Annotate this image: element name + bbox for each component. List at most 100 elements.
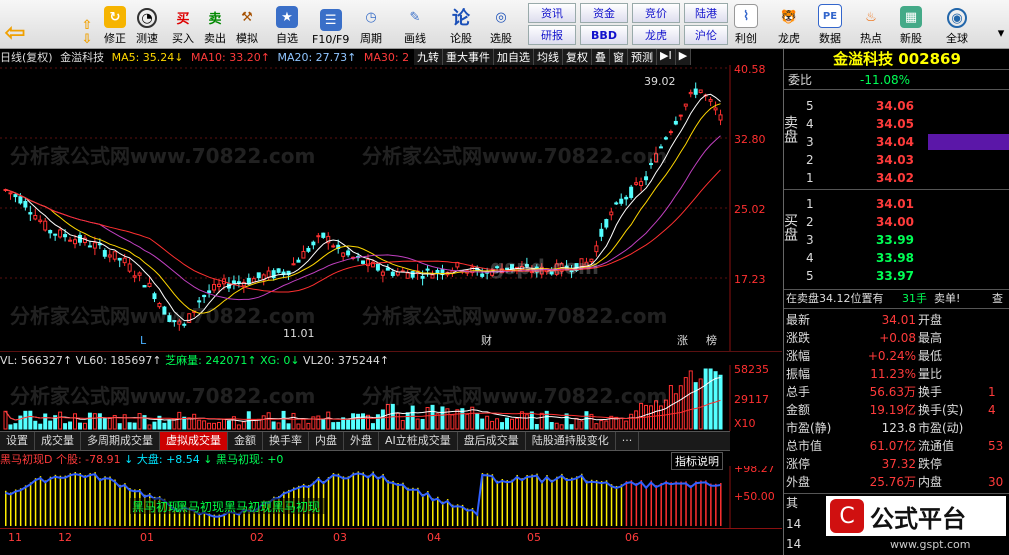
ma5-label: MA5: 35.24↓ [111,51,184,64]
toolbar-more-button[interactable]: ▾ [990,2,1009,46]
chevron-right-icon[interactable]: ▶ [675,49,692,65]
toolbar-small-3[interactable]: 陆港 [684,3,728,23]
volume-bar [187,417,192,430]
up-down-button[interactable]: ⇧ ⇩ [76,2,98,47]
toolbar-btn-10[interactable]: ◎ 选股 [490,2,512,46]
toolbar-small-2[interactable]: 竞价 [632,3,680,23]
sell-row[interactable]: 1 34.02 [784,169,1009,187]
indicator-bar [710,483,712,526]
alert-text: 在卖盘34.12位置有 [786,292,884,305]
toolbar-small-6[interactable]: 龙虎 [632,25,680,45]
tab-8[interactable]: AI立桩成交量 [379,432,458,450]
tab-4[interactable]: 金额 [228,432,263,450]
tab-7[interactable]: 外盘 [344,432,379,450]
toolbar-btn-15[interactable]: ▦ 新股 [900,2,922,46]
volume-bar [375,414,380,430]
stat-label: 换手(实) [918,403,964,417]
toolbar-btn-5[interactable]: ★ 自选 [276,2,298,46]
sell-row[interactable]: 2 34.03 [784,151,1009,169]
sell-row[interactable]: 5 34.06 [784,97,1009,115]
candle-body [693,88,698,95]
volume-bar [440,406,445,430]
tool-major-events[interactable]: 重大事件 [443,49,494,65]
indicator-bar [506,480,509,526]
tab-2[interactable]: 多周期成交量 [81,432,160,450]
sell-row[interactable]: 3 34.04 [784,133,1009,151]
tool-adjust[interactable]: 复权 [563,49,592,65]
alert-more[interactable]: 查 [992,290,1003,308]
volume-header: VL: 566327↑ VL60: 185697↑ 芝麻量: 242071↑ X… [0,351,782,367]
toolbar-btn-6[interactable]: ☰ F10/F9 [312,2,349,46]
buy-row[interactable]: 1 34.01 [784,195,1009,213]
tool-window[interactable]: 窗 [610,49,628,65]
candle-body [688,91,693,95]
volume-bar [673,393,678,430]
toolbar-btn-12[interactable]: 🐯 龙虎 [778,2,800,46]
candle-body [48,230,53,234]
stat-label: 涨幅 [786,349,811,363]
toolbar-btn-2[interactable]: 买买入 [172,2,194,46]
x-axis-label: 06 [625,531,639,544]
toolbar-btn-3[interactable]: 卖卖出 [204,2,226,46]
tab-10[interactable]: 陆股通持股变化 [526,432,616,450]
buy-price: 34.00 [876,215,914,229]
marker-limit-up[interactable]: 涨 [677,334,688,347]
sell-row[interactable]: 4 34.05 [784,115,1009,133]
tool-overlay[interactable]: 叠 [592,49,610,65]
stat-row: 涨停 37.32 跌停 [784,455,1009,473]
volume-bar [361,413,366,430]
tool-add-watchlist[interactable]: 加自选 [494,49,534,65]
toolbar-btn-7[interactable]: ◷ 周期 [360,2,382,46]
toolbar-btn-8[interactable]: ✎ 画线 [404,2,426,46]
toolbar-btn-9[interactable]: 论论股 [450,2,472,46]
tab-3[interactable]: 虚拟成交量 [160,432,228,450]
tool-ma[interactable]: 均线 [534,49,563,65]
toolbar-btn-13[interactable]: PE 数据 [818,2,842,46]
volume-bar [221,418,226,430]
candle-body [435,269,440,274]
tab-5[interactable]: 换手率 [263,432,309,450]
toolbar-btn-11[interactable]: ⌇ 利创 [734,2,758,46]
volume-bar-group [3,368,723,430]
sell-level: 3 [806,135,814,149]
toolbar-btn-1[interactable]: ◔ 测速 [136,2,158,46]
vol-axis-label: 29117 [734,393,769,406]
candle-body [529,271,534,274]
buy-row[interactable]: 2 34.00 [784,213,1009,231]
toolbar-small-5[interactable]: BBD [580,25,628,45]
candle-body [142,285,147,288]
x-axis-label: 04 [427,531,441,544]
play-icon[interactable]: ▶I [657,49,676,65]
toolbar-small-0[interactable]: 资讯 [528,3,576,23]
tab-0[interactable]: 设置 [0,432,35,450]
buy-level: 3 [806,233,814,247]
indicator-bar [635,483,638,526]
main-toolbar: ⇦ ⇧ ⇩ ↻ 修正 ◔ 测速 买买入 卖卖出 ⚒ 模拟 ★ 自选 ☰ F10/F9 ◷ 周… [0,0,1009,49]
toolbar-btn-0[interactable]: ↻ 修正 [104,2,126,46]
toolbar-label: 模拟 [236,32,258,45]
toolbar-btn-16[interactable]: ◉ 全球 [946,2,968,46]
tab-11[interactable]: ··· [616,432,640,450]
buy-row[interactable]: 5 33.97 [784,267,1009,285]
tool-jiuzhuan[interactable]: 九转 [414,49,443,65]
volume-bar [405,412,410,430]
toolbar-small-4[interactable]: 研报 [528,25,576,45]
indicator-bar [581,473,583,526]
tab-1[interactable]: 成交量 [35,432,81,450]
tab-9[interactable]: 盘后成交量 [458,432,526,450]
volume-bar [351,413,356,430]
buy-row[interactable]: 3 33.99 [784,231,1009,249]
toolbar-small-1[interactable]: 资金 [580,3,628,23]
tab-6[interactable]: 内盘 [309,432,344,450]
marker-finance[interactable]: 财 [481,333,492,347]
toolbar-btn-14[interactable]: ♨ 热点 [860,2,882,46]
volume-bar [485,415,490,430]
volume-bar [346,418,351,430]
tool-forecast[interactable]: 预测 [628,49,657,65]
back-button[interactable]: ⇦ [4,2,26,48]
chart-period[interactable]: 日线(复权) [0,51,53,64]
toolbar-btn-4[interactable]: ⚒ 模拟 [236,2,258,46]
buy-row[interactable]: 4 33.98 [784,249,1009,267]
toolbar-small-7[interactable]: 沪伦 [684,25,728,45]
marker-list[interactable]: 榜 [706,333,717,347]
